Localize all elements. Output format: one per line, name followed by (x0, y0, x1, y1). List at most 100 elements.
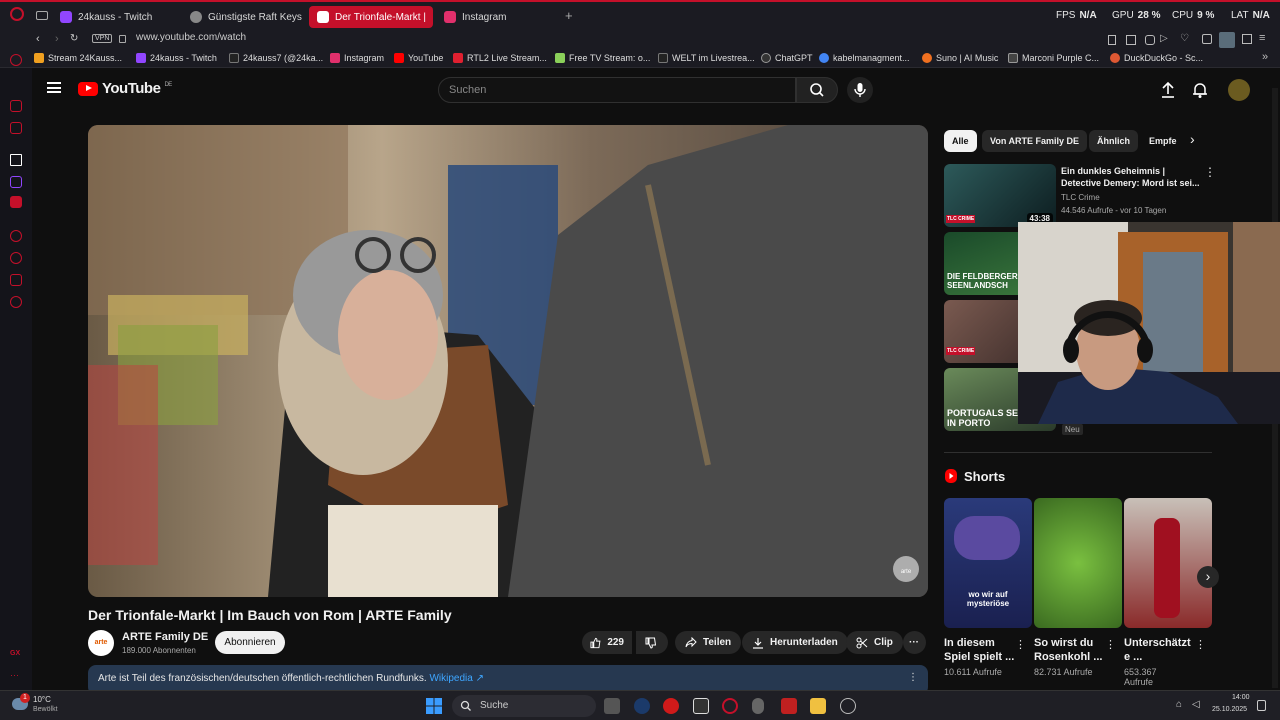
recommended-thumbnail[interactable]: TLC CRIME 43:38 (944, 164, 1056, 227)
aria-icon[interactable] (10, 54, 22, 66)
extensions-sidebar-icon[interactable] (10, 274, 22, 286)
short-thumbnail[interactable] (1124, 498, 1212, 628)
chip-related[interactable]: Ähnlich (1089, 130, 1138, 152)
settings-gear-icon[interactable] (840, 698, 856, 714)
recommended-title[interactable]: Ein dunkles Geheimnis | Detective Demery… (1061, 165, 1201, 189)
recommended-more-icon[interactable]: ⋮ (1204, 165, 1216, 179)
more-icon[interactable]: ··· (10, 670, 19, 680)
share-button[interactable]: Teilen (675, 631, 742, 654)
heart-icon[interactable]: ♡ (1180, 33, 1189, 44)
tab-twitch[interactable]: 24kauss - Twitch (52, 6, 180, 28)
profile-avatar[interactable] (1219, 32, 1235, 48)
tab-islands-icon[interactable] (36, 11, 48, 20)
channel-avatar[interactable]: arte (88, 630, 114, 656)
media-app-icon[interactable] (781, 698, 797, 714)
voice-search-button[interactable] (847, 77, 873, 103)
chip-recommended[interactable]: Empfe (1141, 130, 1179, 152)
clock-time[interactable]: 14:00 (1232, 694, 1250, 701)
clip-button[interactable]: Clip (846, 631, 903, 654)
account-avatar[interactable] (1228, 79, 1250, 101)
short-title[interactable]: Unterschätzt e ... (1124, 636, 1191, 664)
streaming-app-icon[interactable] (693, 698, 709, 714)
pin-icon[interactable] (1108, 35, 1116, 45)
extensions-icon[interactable] (1202, 34, 1212, 44)
upload-icon[interactable] (1160, 81, 1176, 99)
twitch-panel-icon[interactable] (10, 176, 22, 188)
short-title[interactable]: So wirst du Rosenkohl ... (1034, 636, 1110, 664)
bookmark[interactable]: ChatGPT (761, 53, 813, 63)
bookmark[interactable]: WELT im Livestrea... (658, 53, 755, 63)
search-input[interactable]: Suchen (438, 77, 796, 103)
taskbar-search-input[interactable]: Suche (452, 695, 596, 717)
shorts-next-button[interactable]: › (1197, 566, 1219, 588)
more-vertical-icon[interactable]: ⋮ (908, 672, 918, 683)
youtube-logo[interactable]: YouTube DE (78, 80, 172, 97)
notification-center-icon[interactable] (1257, 700, 1266, 711)
bookmark[interactable]: DuckDuckGo - Sc... (1110, 53, 1203, 63)
bookmark[interactable]: 24kauss7 (@24ka... (229, 53, 323, 63)
channel-name[interactable]: ARTE Family DE (122, 631, 208, 643)
download-icon[interactable] (1242, 34, 1252, 44)
hamburger-menu-icon[interactable] (47, 82, 61, 93)
url-field[interactable]: www.youtube.com/watch (136, 32, 246, 43)
wikipedia-link[interactable]: Wikipedia ↗ (429, 673, 484, 684)
play-icon[interactable]: ▷ (1160, 33, 1168, 44)
forward-arrow-icon[interactable]: › (55, 33, 59, 45)
snapshot-icon[interactable] (1126, 35, 1136, 45)
file-explorer-icon[interactable] (810, 698, 826, 714)
bookmark[interactable]: YouTube (394, 53, 443, 63)
gx-icon[interactable]: GX (10, 650, 20, 657)
twitch-sidebar-icon[interactable] (10, 100, 22, 112)
windows-start-icon[interactable] (426, 698, 442, 714)
clock-date[interactable]: 25.10.2025 (1212, 706, 1247, 713)
short-thumbnail[interactable] (1034, 498, 1122, 628)
notifications-bell-icon[interactable] (1192, 81, 1208, 99)
bookmark[interactable]: kabelmanagment... (819, 53, 910, 63)
bookmark[interactable]: 24kauss - Twitch (136, 53, 217, 63)
vpn-badge[interactable]: VPN (92, 34, 113, 43)
like-button[interactable]: 229 (582, 631, 632, 654)
video-player[interactable]: arte (88, 125, 928, 597)
short-more-icon[interactable]: ⋮ (1105, 638, 1116, 651)
history-icon[interactable] (10, 252, 22, 264)
tab-youtube-video[interactable]: Der Trionfale-Markt | (309, 6, 433, 28)
short-title[interactable]: In diesem Spiel spielt ... (944, 636, 1020, 664)
music-icon[interactable] (10, 154, 22, 166)
bookmark[interactable]: Free TV Stream: o... (555, 53, 650, 63)
settings-icon[interactable] (10, 296, 22, 308)
menu-icon[interactable]: ≡ (1259, 32, 1265, 44)
mouse-app-icon[interactable] (752, 698, 764, 714)
bookmark[interactable]: Stream 24Kauss... (34, 53, 122, 63)
bookmark[interactable]: RTL2 Live Stream... (453, 53, 547, 63)
short-thumbnail[interactable]: wo wir auf mysteriöse (944, 498, 1032, 628)
more-actions-button[interactable]: ··· (903, 631, 926, 654)
subscribe-button[interactable]: Abonnieren (215, 631, 285, 654)
messenger-icon[interactable] (10, 122, 22, 134)
steam-icon[interactable] (634, 698, 650, 714)
youtube-panel-icon[interactable] (10, 196, 22, 208)
system-tray-icon[interactable]: ⌂ (1176, 699, 1182, 710)
shield-icon[interactable] (1145, 35, 1155, 45)
short-more-icon[interactable]: ⋮ (1195, 638, 1206, 651)
download-button[interactable]: Herunterladen (742, 631, 848, 654)
bookmark[interactable]: Suno | AI Music (922, 53, 998, 63)
search-button[interactable] (796, 77, 838, 103)
recommended-channel[interactable]: TLC Crime (1061, 193, 1100, 202)
short-more-icon[interactable]: ⋮ (1015, 638, 1026, 651)
app-red-icon[interactable] (663, 698, 679, 714)
bookmark[interactable]: Instagram (330, 53, 384, 63)
more-bookmarks-icon[interactable]: » (1262, 51, 1268, 63)
volume-icon[interactable]: ◁ (1192, 699, 1200, 710)
bookmark[interactable]: Marconi Purple C... (1008, 53, 1099, 63)
opera-gx-icon[interactable] (722, 698, 738, 714)
description-box[interactable]: Arte ist Teil des französischen/deutsche… (88, 665, 928, 690)
reload-icon[interactable]: ↻ (70, 33, 78, 44)
tab-instagram[interactable]: Instagram (436, 6, 556, 28)
back-arrow-icon[interactable]: ‹ (36, 33, 40, 45)
tab-raft-keys[interactable]: Günstigste Raft Keys (182, 6, 308, 28)
chip-channel[interactable]: Von ARTE Family DE (982, 130, 1088, 152)
chips-next-icon[interactable]: › (1190, 131, 1195, 147)
player-icon[interactable] (10, 230, 22, 242)
dislike-button[interactable] (636, 631, 668, 654)
task-view-icon[interactable] (604, 698, 620, 714)
